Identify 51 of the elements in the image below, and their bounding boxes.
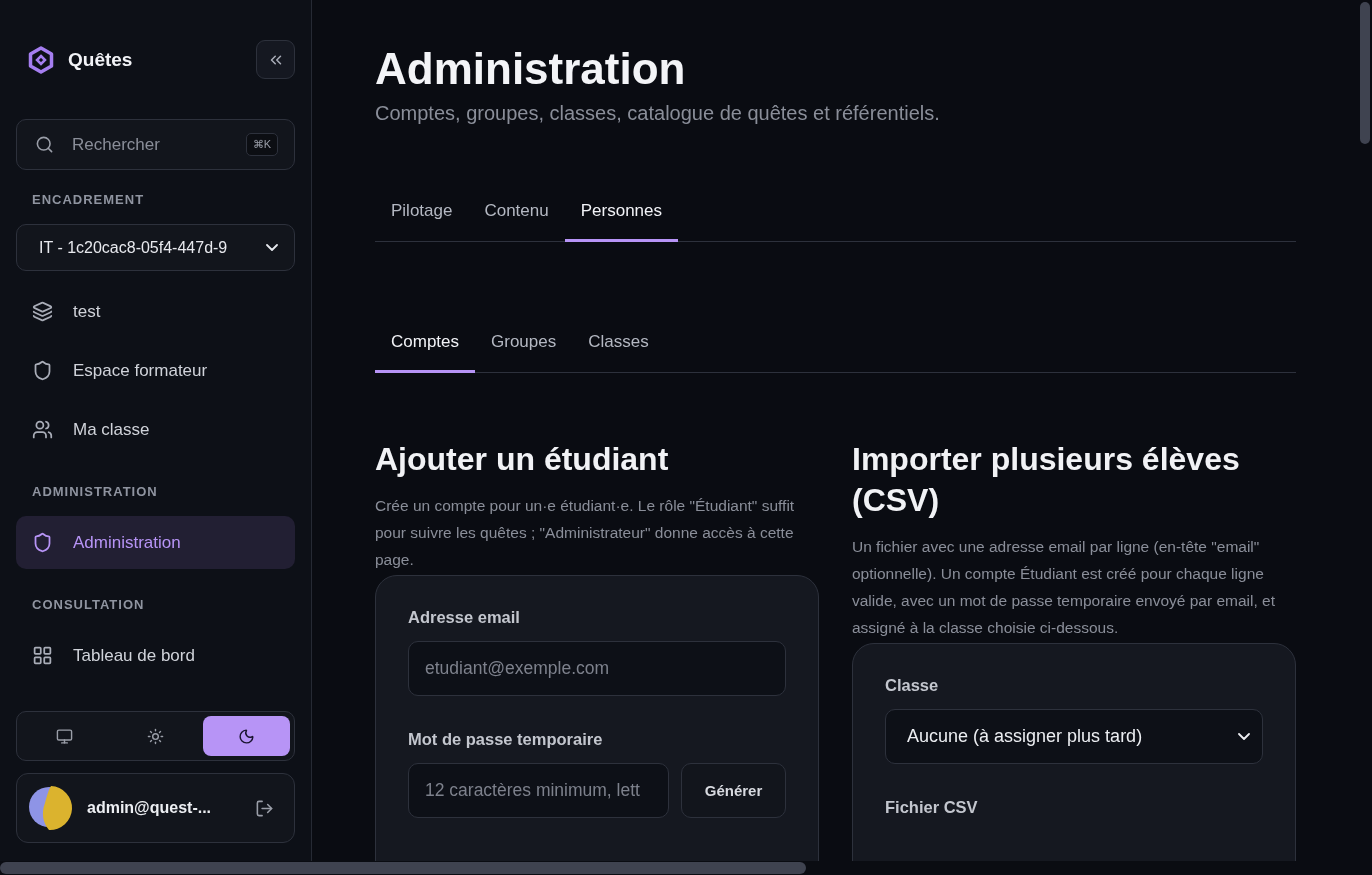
section-title: Importer plusieurs élèves (CSV) xyxy=(852,440,1241,520)
search-field[interactable]: Rechercher ⌘K xyxy=(16,119,295,170)
tab[interactable]: Personnes xyxy=(564,189,678,242)
moon-icon xyxy=(238,727,255,745)
nav-item[interactable]: Ma classe xyxy=(16,403,295,456)
nav-item[interactable]: Administration xyxy=(16,516,295,569)
nav-item[interactable]: Espace formateur xyxy=(16,344,295,397)
sun-icon xyxy=(147,727,164,745)
nav-item[interactable]: Tableau de bord xyxy=(16,629,295,682)
logout-icon[interactable] xyxy=(255,798,274,818)
page-subtitle: Comptes, groupes, classes, catalogue de quêtes et référentiels. xyxy=(375,102,941,125)
search-icon xyxy=(35,135,54,154)
tab[interactable]: Pilotage xyxy=(375,189,469,242)
scrollbar-thumb[interactable] xyxy=(0,862,806,874)
shield-icon xyxy=(32,360,53,381)
hexagon-logo-icon xyxy=(28,45,54,74)
password-field[interactable]: 12 caractères minimum, lett xyxy=(408,763,669,818)
nav-item[interactable]: test xyxy=(16,285,295,338)
group-select[interactable]: IT - 1c20cac8-05f4-447d-9 xyxy=(16,224,295,271)
scrollbar-thumb[interactable] xyxy=(1360,2,1370,144)
shortcut-hint: ⌘K xyxy=(245,133,278,156)
brand-name: Quêtes xyxy=(68,48,133,71)
section-title: Ajouter un étudiant xyxy=(375,440,670,479)
section-description: Crée un compte pour un·e étudiant·e. Le rôle "Étudiant" suffit pour suivre les quêtes ; "Administrateur" donne accès à cette page. xyxy=(375,496,796,570)
generate-button[interactable]: Générer xyxy=(681,763,786,818)
field-label: Fichier CSV xyxy=(885,798,979,817)
field-label: Adresse email xyxy=(408,608,521,627)
field-label: Mot de passe temporaire xyxy=(408,730,604,749)
section-label: ENCADREMENT xyxy=(31,191,146,209)
layers-icon xyxy=(32,301,53,322)
subtab[interactable]: Classes xyxy=(572,320,665,373)
field-label: Classe xyxy=(885,676,940,695)
shield-icon xyxy=(32,532,53,553)
chevron-down-icon xyxy=(1238,733,1250,740)
subtab[interactable]: Groupes xyxy=(475,320,573,373)
email-field[interactable]: etudiant@exemple.com xyxy=(408,641,786,696)
subtab[interactable]: Comptes xyxy=(375,320,476,373)
grid-icon xyxy=(32,645,53,666)
page-title: Administration xyxy=(375,43,687,95)
users-icon xyxy=(32,419,53,440)
theme-button[interactable] xyxy=(203,716,290,756)
tab[interactable]: Contenu xyxy=(468,189,565,242)
section-label: ADMINISTRATION xyxy=(31,483,159,501)
class-select[interactable]: Aucune (à assigner plus tard) xyxy=(885,709,1263,764)
monitor-icon xyxy=(56,727,73,745)
user-email: admin@quest-... xyxy=(87,799,213,817)
chevron-down-icon xyxy=(266,244,278,251)
search-input[interactable]: Rechercher xyxy=(70,133,230,156)
section-label: CONSULTATION xyxy=(31,596,146,614)
section-description: Un fichier avec une adresse email par ligne (en-tête "email" optionnelle). Un compte Étudiant est créé pour chaque ligne valide, avec un mot de passe temporaire envoyé par email, et assigné à la classe choisie ci-dessous. xyxy=(852,537,1277,638)
collapse-button[interactable] xyxy=(256,40,295,79)
